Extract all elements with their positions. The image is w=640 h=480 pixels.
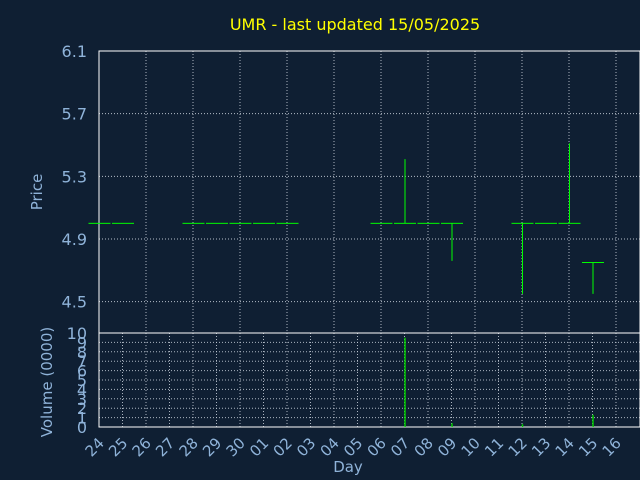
price-tick-label: 5.3 — [62, 167, 87, 186]
price-bars — [88, 143, 604, 294]
price-tick-label: 4.9 — [62, 230, 87, 249]
price-tick-label: 4.5 — [62, 293, 87, 312]
chart-title: UMR - last updated 15/05/2025 — [230, 15, 480, 34]
day-tick-label: 14 — [552, 434, 578, 460]
x-axis-label: Day — [333, 458, 363, 476]
day-tick-label: 27 — [152, 434, 178, 460]
day-tick-labels: 2425262728293001020304050607080910111213… — [82, 434, 625, 460]
volume-tick-label: 10 — [67, 324, 87, 343]
price-tick-labels: 4.5 4.9 5.3 5.7 6.1 — [62, 42, 87, 312]
day-tick-label: 06 — [364, 434, 390, 460]
volume-axis-label: Volume (0000) — [38, 327, 56, 437]
price-panel-frame — [98, 50, 640, 334]
day-tick-label: 08 — [411, 434, 437, 460]
y-axis-label: Price — [28, 174, 46, 211]
ohlc-bar — [511, 222, 534, 294]
price-tick-label: 6.1 — [62, 42, 87, 61]
day-tick-label: 02 — [270, 434, 296, 460]
day-tick-label: 15 — [575, 434, 601, 460]
price-grid — [99, 50, 640, 333]
ohlc-bar — [558, 143, 581, 224]
volume-grid — [99, 332, 640, 428]
volume-tick-labels: 012345678910 — [67, 324, 87, 437]
day-tick-label: 09 — [434, 434, 460, 460]
day-tick-label: 07 — [387, 434, 413, 460]
day-tick-label: 04 — [317, 434, 343, 460]
chart: UMR - last updated 15/05/2025 4.5 4.9 5.3 5… — [0, 0, 640, 480]
day-tick-label: 24 — [82, 434, 108, 460]
day-tick-label: 25 — [105, 434, 131, 460]
day-tick-label: 01 — [246, 434, 272, 460]
day-tick-label: 30 — [223, 434, 249, 460]
day-tick-label: 05 — [340, 434, 366, 460]
day-tick-label: 10 — [458, 434, 484, 460]
day-tick-label: 11 — [481, 434, 507, 460]
day-tick-label: 28 — [176, 434, 202, 460]
day-tick-label: 03 — [293, 434, 319, 460]
price-tick-label: 5.7 — [62, 105, 87, 124]
day-tick-label: 16 — [599, 434, 625, 460]
ohlc-bar — [394, 159, 416, 224]
day-tick-label: 29 — [199, 434, 225, 460]
chart-svg: UMR - last updated 15/05/2025 4.5 4.9 5.3 5… — [28, 15, 640, 476]
day-tick-label: 26 — [129, 434, 155, 460]
day-tick-label: 13 — [528, 434, 554, 460]
ohlc-bar — [582, 262, 604, 294]
ohlc-bar — [441, 222, 463, 261]
day-tick-label: 12 — [505, 434, 531, 460]
